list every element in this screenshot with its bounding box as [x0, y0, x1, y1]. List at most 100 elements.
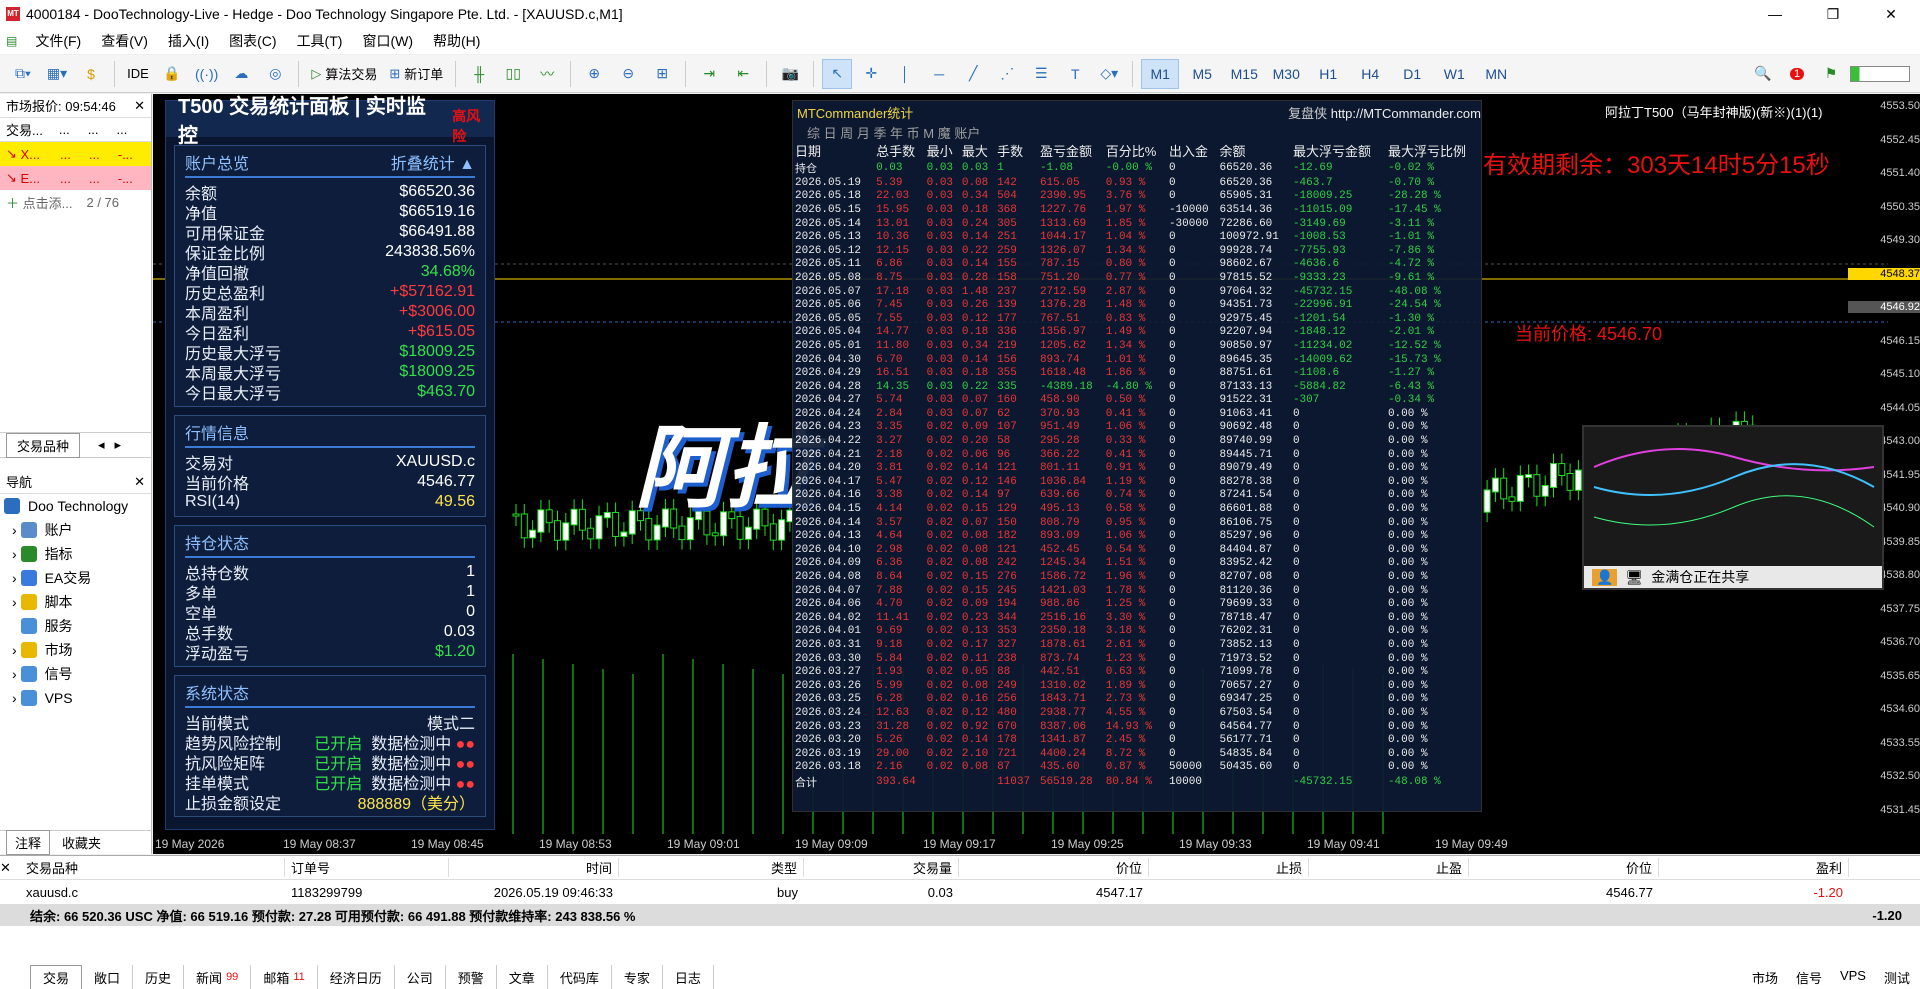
menu-icon[interactable]: ▤: [6, 34, 17, 48]
search-icon[interactable]: 🔍: [1748, 59, 1778, 89]
menu-help[interactable]: 帮助(H): [423, 31, 490, 51]
horizontal-line-icon[interactable]: ─: [924, 59, 954, 89]
mtc-header[interactable]: 最大: [960, 141, 995, 160]
lock-icon[interactable]: 🔒: [157, 59, 187, 89]
shapes-icon[interactable]: ◇▾: [1094, 59, 1124, 89]
signal-icon[interactable]: ((·)): [191, 59, 222, 89]
nav-signals[interactable]: › 信号: [0, 662, 151, 686]
toolbox-tab[interactable]: 专家: [612, 965, 663, 989]
close-icon[interactable]: ✕: [134, 98, 145, 114]
tf-mn[interactable]: MN: [1477, 59, 1515, 89]
toolbox-tab[interactable]: 公司: [395, 965, 446, 989]
tf-m5[interactable]: M5: [1183, 59, 1221, 89]
toolbox-tab[interactable]: 新闻 99: [184, 965, 252, 989]
column-header[interactable]: 盈利: [1659, 858, 1849, 877]
autoscroll-icon[interactable]: ⇥: [694, 59, 724, 89]
zoom-out-icon[interactable]: ⊖: [613, 59, 643, 89]
tf-h1[interactable]: H1: [1309, 59, 1347, 89]
mtc-header[interactable]: 日期: [793, 141, 874, 160]
nav-indicators[interactable]: › 指标: [0, 542, 151, 566]
mtc-url[interactable]: http://MTCommander.com: [1331, 106, 1481, 121]
toolbox-tab[interactable]: 历史: [133, 965, 185, 989]
nav-market[interactable]: › 市场: [0, 638, 151, 662]
menu-window[interactable]: 窗口(W): [352, 31, 423, 51]
tf-w1[interactable]: W1: [1435, 59, 1473, 89]
scroll-right-icon[interactable]: ▸: [115, 437, 122, 453]
toolbox-tab[interactable]: 代码库: [548, 965, 612, 989]
new-order-button[interactable]: ⊞ 新订单: [385, 59, 447, 89]
cloud-icon[interactable]: ☁: [226, 59, 256, 89]
market-row[interactable]: ↘ E......... -...: [0, 166, 151, 190]
tab-comments[interactable]: 注释: [6, 830, 51, 855]
tf-h4[interactable]: H4: [1351, 59, 1389, 89]
text-icon[interactable]: T: [1060, 59, 1090, 89]
level-icon[interactable]: ⚑: [1816, 59, 1846, 89]
menu-tools[interactable]: 工具(T): [287, 31, 353, 51]
market-row[interactable]: ↘ X......... -...: [0, 142, 151, 166]
scroll-left-icon[interactable]: ◂: [98, 437, 105, 453]
trendline-icon[interactable]: ╱: [958, 59, 988, 89]
nav-accounts[interactable]: › 账户: [0, 518, 151, 542]
close-icon[interactable]: ✕: [134, 474, 145, 490]
nav-broker[interactable]: Doo Technology: [0, 494, 151, 518]
nav-vps[interactable]: › VPS: [0, 686, 151, 710]
toolbox-tab[interactable]: 文章: [497, 965, 548, 989]
tf-m15[interactable]: M15: [1225, 59, 1263, 89]
column-header[interactable]: 价位: [1469, 858, 1659, 877]
zoom-in-icon[interactable]: ⊕: [579, 59, 609, 89]
bar-chart-icon[interactable]: ╫: [464, 59, 494, 89]
menu-file[interactable]: 文件(F): [25, 31, 91, 51]
column-header[interactable]: 价位: [959, 858, 1149, 877]
minimize-button[interactable]: —: [1746, 0, 1804, 28]
trade-row[interactable]: xauusd.c 1183299799 2026.05.19 09:46:33 buy…: [0, 880, 1920, 904]
tf-m1[interactable]: M1: [1141, 58, 1180, 89]
nav-scripts[interactable]: › 脚本: [0, 590, 151, 614]
menu-insert[interactable]: 插入(I): [158, 31, 219, 51]
chart-shift-icon[interactable]: ⇤: [728, 59, 758, 89]
new-chart-icon[interactable]: ⧉▾: [8, 59, 38, 89]
algo-trading-button[interactable]: ▷ 算法交易: [307, 59, 381, 89]
column-header[interactable]: 止盈: [1309, 858, 1469, 877]
column-header[interactable]: 交易品种: [20, 858, 285, 877]
tab-favorites[interactable]: 收藏夹: [62, 833, 101, 852]
close-icon[interactable]: ✕: [0, 860, 20, 876]
status-item[interactable]: 市场: [1752, 968, 1778, 987]
mtc-header[interactable]: 总手数: [874, 141, 925, 160]
dollar-icon[interactable]: $: [76, 59, 106, 89]
polyline-icon[interactable]: ⋰: [992, 59, 1022, 89]
toolbox-tab[interactable]: 敞口: [82, 965, 134, 989]
candle-chart-icon[interactable]: ▯▯: [498, 59, 528, 89]
channel-icon[interactable]: ☰: [1026, 59, 1056, 89]
restore-button[interactable]: ❐: [1804, 0, 1862, 28]
grid-icon[interactable]: ⊞: [647, 59, 677, 89]
nav-services[interactable]: › 服务: [0, 614, 151, 638]
tf-d1[interactable]: D1: [1393, 59, 1431, 89]
mtc-header[interactable]: 最大浮亏比例: [1386, 141, 1481, 160]
column-header[interactable]: 交易量: [804, 858, 959, 877]
market-watch-col-symbol[interactable]: 交易...: [6, 120, 43, 139]
mtc-header[interactable]: 百分比%: [1104, 141, 1167, 160]
toolbox-tab[interactable]: 预警: [446, 965, 497, 989]
screen-share-window[interactable]: 👤 🖥 金满仓正在共享: [1582, 425, 1884, 590]
menu-charts[interactable]: 图表(C): [219, 31, 286, 51]
column-header[interactable]: 类型: [619, 858, 804, 877]
toolbox-tab[interactable]: 交易: [30, 965, 83, 989]
status-item[interactable]: 信号: [1796, 968, 1822, 987]
mtc-header[interactable]: 余额: [1217, 141, 1290, 160]
add-symbol-row[interactable]: ＋ 点击添... 2 / 76: [0, 190, 151, 214]
profiles-icon[interactable]: ▦▾: [42, 59, 72, 89]
mtc-tabs[interactable]: 综 日 周 月 季 年 币 M 魔 账户: [793, 123, 1481, 141]
status-item[interactable]: VPS: [1840, 968, 1866, 987]
screenshot-icon[interactable]: 📷: [775, 59, 805, 89]
mtc-header[interactable]: 出入金: [1167, 141, 1218, 160]
tab-symbols[interactable]: 交易品种: [6, 432, 81, 458]
nav-experts[interactable]: › EA交易: [0, 566, 151, 590]
price-axis[interactable]: 4553.50 4552.45 4551.40 4550.35 4549.30 4548.…: [1848, 94, 1920, 854]
mtc-header[interactable]: 最小: [925, 141, 960, 160]
column-header[interactable]: 时间: [449, 858, 619, 877]
toolbox-tab[interactable]: 邮箱 11: [251, 965, 318, 989]
mtc-header[interactable]: 手数: [995, 141, 1038, 160]
menu-view[interactable]: 查看(V): [91, 31, 158, 51]
tf-m30[interactable]: M30: [1267, 59, 1305, 89]
collapse-button[interactable]: 折叠统计 ▲: [391, 150, 475, 174]
